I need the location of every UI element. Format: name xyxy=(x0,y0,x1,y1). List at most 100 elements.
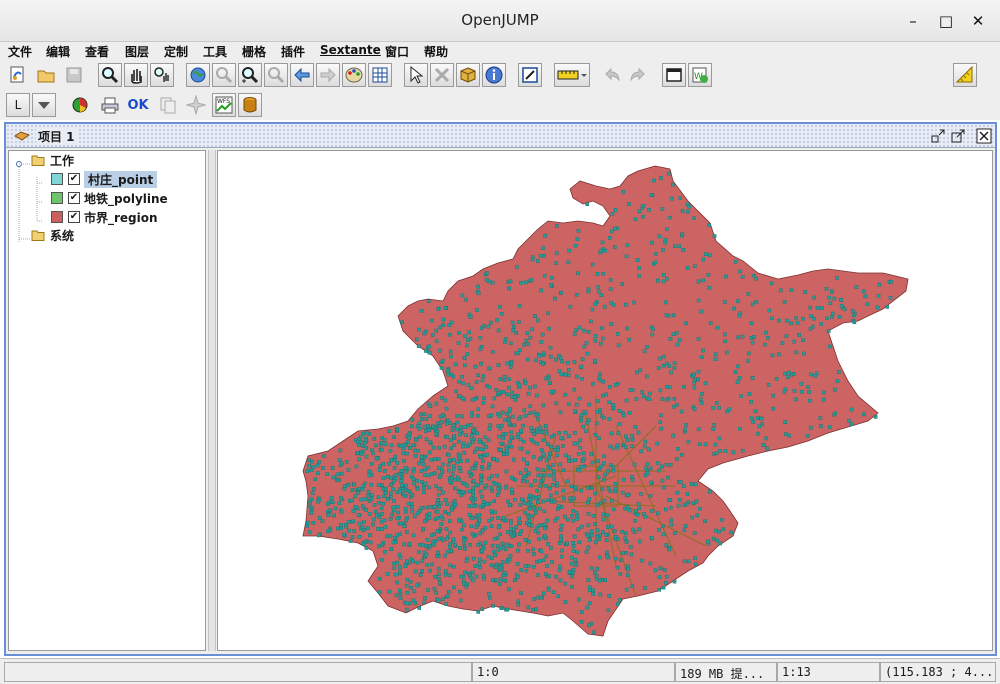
iconify-icon[interactable] xyxy=(930,128,946,144)
status-memory: 189 MB 提... xyxy=(675,662,777,682)
database-button[interactable] xyxy=(238,93,262,117)
delete-selected-button[interactable] xyxy=(430,63,454,87)
zoom-to-fence-button[interactable] xyxy=(264,63,288,87)
village-point xyxy=(777,318,781,323)
zoom-next-button[interactable] xyxy=(316,63,340,87)
tree-category-work[interactable]: 工作 xyxy=(31,151,74,169)
village-point xyxy=(512,457,516,462)
zoom-pan-tool-button[interactable] xyxy=(150,63,174,87)
village-point xyxy=(446,463,451,468)
measure-button[interactable] xyxy=(554,63,590,87)
village-point xyxy=(391,487,396,492)
copy-button[interactable] xyxy=(156,93,180,117)
menu-window[interactable]: 窗口 xyxy=(385,43,409,60)
layer-dropdown-button[interactable] xyxy=(32,93,56,117)
redo-button[interactable] xyxy=(626,63,650,87)
village-point xyxy=(653,568,658,573)
village-point xyxy=(474,525,479,529)
attribute-table-button[interactable] xyxy=(368,63,392,87)
village-point xyxy=(621,190,626,194)
village-point xyxy=(426,473,431,478)
village-point xyxy=(389,547,394,551)
change-styles-button[interactable] xyxy=(342,63,366,87)
layer-visibility-checkbox[interactable]: ✔ xyxy=(68,173,80,185)
village-point xyxy=(417,606,422,610)
village-point xyxy=(782,389,787,394)
restore-icon[interactable] xyxy=(950,128,966,144)
village-point xyxy=(398,569,402,574)
pan-tool-button[interactable] xyxy=(124,63,148,87)
edit-toolbox-button[interactable] xyxy=(518,63,542,87)
splitter[interactable] xyxy=(208,150,216,651)
village-point xyxy=(361,444,365,448)
zoom-to-layer-button[interactable] xyxy=(238,63,262,87)
village-point xyxy=(653,260,658,265)
village-point xyxy=(503,432,508,436)
scale-bar-button[interactable] xyxy=(953,63,977,87)
feature-info-button[interactable] xyxy=(482,63,506,87)
minimize-button[interactable]: – xyxy=(903,11,923,31)
frame-title-bar[interactable]: 项目 1 xyxy=(6,124,995,148)
open-button[interactable] xyxy=(34,63,58,87)
maximize-button[interactable]: □ xyxy=(936,11,956,31)
menu-raster[interactable]: 栅格 xyxy=(242,43,266,60)
village-point xyxy=(529,426,534,430)
layer-visibility-checkbox[interactable]: ✔ xyxy=(68,211,80,223)
layer-visibility-checkbox[interactable]: ✔ xyxy=(68,192,80,204)
village-point xyxy=(573,458,578,462)
undo-button[interactable] xyxy=(600,63,624,87)
editing-box-button[interactable] xyxy=(456,63,480,87)
village-point xyxy=(527,523,531,527)
village-point xyxy=(440,395,444,400)
menu-plugins[interactable]: 插件 xyxy=(281,43,305,60)
new-project-button[interactable] xyxy=(6,63,30,87)
village-point xyxy=(407,446,412,450)
menu-edit[interactable]: 编辑 xyxy=(46,43,70,60)
new-window-button[interactable] xyxy=(662,63,686,87)
village-point xyxy=(509,430,513,434)
layer-tree[interactable]: 工作 ✔ 村庄_point ✔ 地铁_polyline ✔ 市界_region … xyxy=(8,150,206,651)
theming-button[interactable] xyxy=(68,93,92,117)
menu-sextante[interactable]: Sextante xyxy=(320,43,381,57)
compass-button[interactable] xyxy=(184,93,208,117)
village-point xyxy=(593,491,598,496)
map-canvas[interactable] xyxy=(217,150,993,651)
village-point xyxy=(617,422,622,427)
zoom-in-tool-button[interactable] xyxy=(98,63,122,87)
select-features-button[interactable] xyxy=(404,63,428,87)
layer-label-button[interactable]: L xyxy=(6,93,30,117)
village-point xyxy=(498,305,502,309)
save-button[interactable] xyxy=(62,63,86,87)
menu-customize[interactable]: 定制 xyxy=(164,43,188,60)
village-point xyxy=(398,592,403,596)
village-point xyxy=(305,520,310,525)
layer-row-city-region[interactable]: ✔ 市界_region xyxy=(51,208,158,226)
wizard-button[interactable]: W xyxy=(688,63,712,87)
wfs-button[interactable]: WFS xyxy=(212,93,236,117)
menu-layer[interactable]: 图层 xyxy=(125,43,149,60)
village-point xyxy=(428,414,432,418)
print-button[interactable] xyxy=(98,93,122,117)
village-point xyxy=(489,485,494,490)
village-point xyxy=(464,343,469,348)
frame-close-icon[interactable] xyxy=(976,128,992,144)
village-point xyxy=(601,336,605,341)
menu-file[interactable]: 文件 xyxy=(8,43,32,60)
zoom-full-extent-button[interactable] xyxy=(186,63,210,87)
zoom-to-selected-button[interactable] xyxy=(212,63,236,87)
tree-category-system[interactable]: 系统 xyxy=(31,226,74,244)
village-point xyxy=(852,313,856,318)
village-point xyxy=(611,507,616,512)
close-button[interactable]: ✕ xyxy=(968,11,988,31)
layer-row-village-point[interactable]: ✔ 村庄_point xyxy=(51,170,158,188)
menu-help[interactable]: 帮助 xyxy=(424,43,448,60)
village-point xyxy=(501,516,505,520)
ok-button[interactable]: OK xyxy=(126,93,150,117)
village-point xyxy=(602,477,606,482)
village-point xyxy=(461,444,465,449)
layer-row-subway-polyline[interactable]: ✔ 地铁_polyline xyxy=(51,189,168,207)
menu-tools[interactable]: 工具 xyxy=(203,43,227,60)
menu-view[interactable]: 查看 xyxy=(85,43,109,60)
village-point xyxy=(541,403,546,408)
zoom-previous-button[interactable] xyxy=(290,63,314,87)
